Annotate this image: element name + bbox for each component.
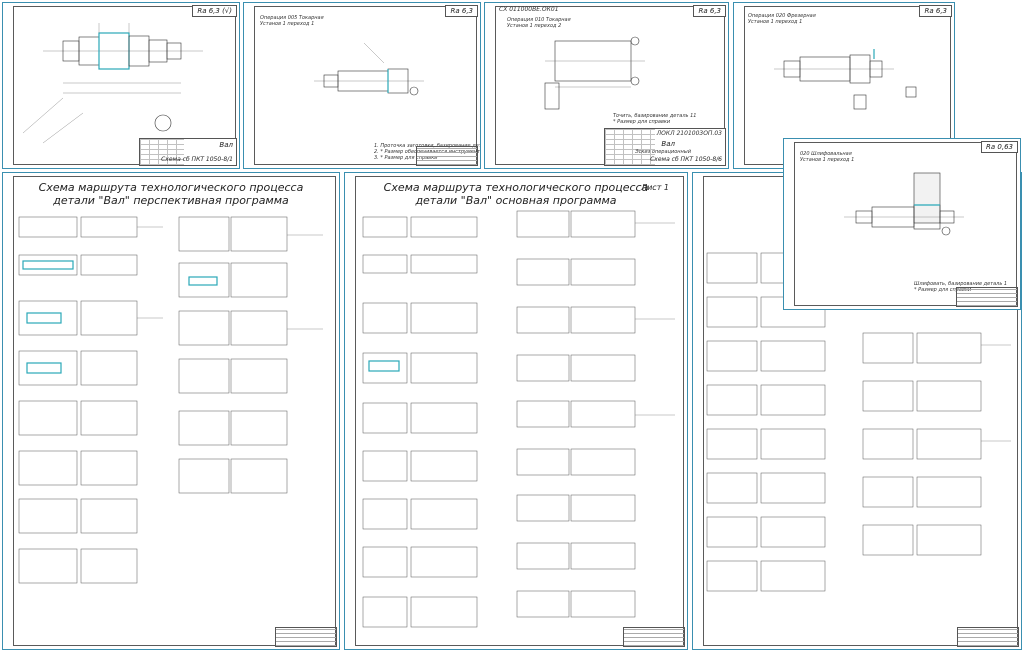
drawing-title: Вал <box>661 140 675 148</box>
title-block: Вал Схема сб ПКТ 1050-8/1 <box>139 138 237 166</box>
sheet-part-drawing: Ra 6,3 (√) Вал Схема сб ПКТ 1050-8/1 <box>2 2 240 169</box>
drawing-subtitle: Эскиз операционный <box>635 149 691 155</box>
sheet-route-scheme-main: Схема маршрута технологического процесса… <box>344 172 688 650</box>
title-block: ЛОКЛ 2101003ОП.03 Вал Эскиз операционный… <box>604 128 726 166</box>
route-scheme-svg <box>18 216 323 584</box>
drawing-code-2: Схема сб ПКТ 1050-8/6 <box>650 156 722 163</box>
sheet-operation-010: СХ 011000ВЕ.ОК01 Ra 6,3 Операция 010 Ток… <box>484 2 729 169</box>
title-block <box>957 627 1019 647</box>
drawing-code: Схема сб ПКТ 1050-8/1 <box>161 156 233 163</box>
sheet-operation-005: Ra 6,3 Операция 005 Токарная Установ 1 п… <box>243 2 481 169</box>
title-block <box>416 146 478 166</box>
title-block <box>623 627 685 647</box>
drawing-title: Вал <box>219 141 233 149</box>
drawing-code: ЛОКЛ 2101003ОП.03 <box>656 130 722 137</box>
sheet-operation-grinding: Ra 0,63 020 Шлифовальная Установ 1 перех… <box>783 138 1021 310</box>
title-block <box>275 627 337 647</box>
operation-notes: Точить, базирование деталь 11 * Размер д… <box>613 113 697 125</box>
sheet-route-scheme-perspective: Схема маршрута технологического процесса… <box>2 172 340 650</box>
route-scheme-svg <box>362 210 675 628</box>
title-block <box>956 287 1018 307</box>
